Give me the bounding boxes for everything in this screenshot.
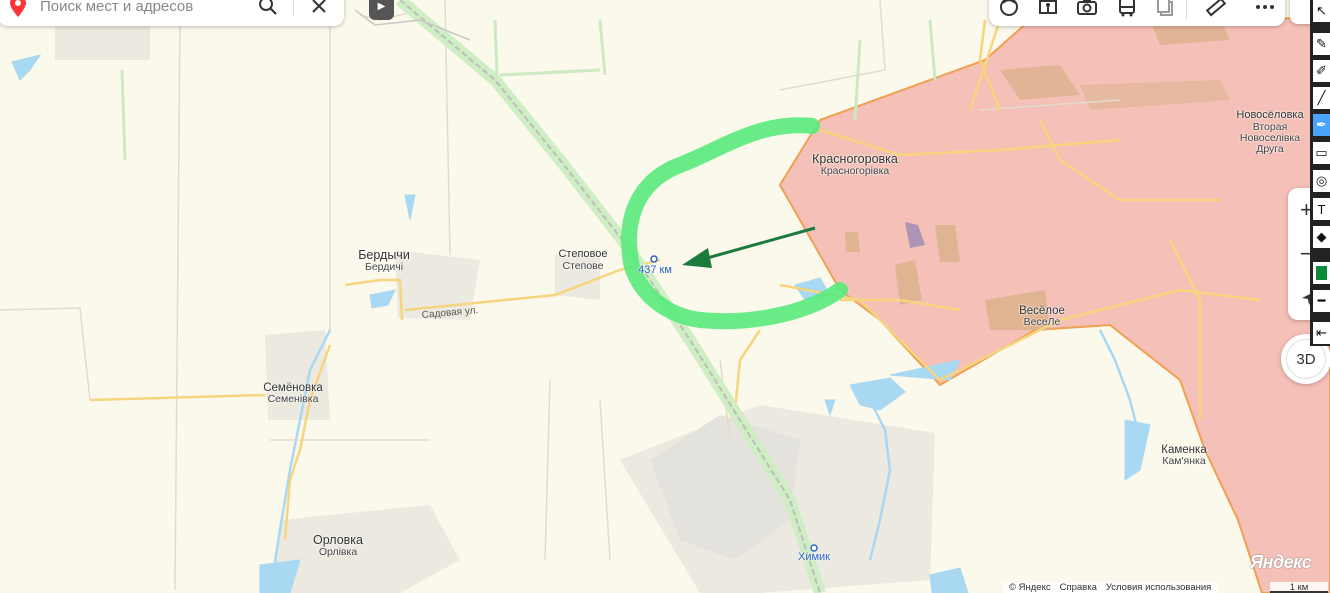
marker-icon[interactable]: ✐ [1313, 60, 1330, 82]
place-subname: Орлівка [318, 546, 358, 559]
place-berdychi[interactable]: Бердычи Бердичі [358, 248, 410, 274]
scale-bar: 1 км [1270, 582, 1328, 593]
close-icon[interactable] [306, 0, 332, 19]
drawing-tools-panel: ↖ ✎ ✐ ╱ ✒ ▭ ◎ T ◆ ━ ⇤ [1310, 0, 1330, 346]
layers-icon[interactable] [989, 0, 1028, 26]
place-orlovka[interactable]: Орловка Орлівка [313, 533, 363, 559]
place-subname: Новоселівка [1239, 131, 1301, 144]
eraser-icon[interactable]: ◆ [1313, 226, 1330, 248]
place-subname: Семенівка [267, 393, 319, 406]
place-subname: Бердичі [364, 261, 404, 274]
more-icon[interactable] [1246, 0, 1285, 26]
place-krasnogorovka[interactable]: Красногоровка Красногорівка [812, 152, 898, 178]
pencil-icon[interactable]: ✎ [1313, 33, 1330, 55]
map-canvas[interactable]: Садовая ул. [0, 0, 1330, 593]
place-subname: ВесеЛе [1023, 316, 1061, 329]
map-toolbar [989, 0, 1285, 26]
polygon-icon[interactable]: ✒ [1313, 114, 1330, 136]
location-pin-icon [10, 0, 26, 17]
text-icon[interactable]: T [1313, 198, 1330, 220]
poi-km437-label[interactable]: 437 км [638, 264, 672, 276]
cursor-icon[interactable]: ↖ [1313, 0, 1330, 22]
place-subname: Степове [562, 259, 604, 272]
search-input[interactable]: Поиск мест и адресов [40, 0, 255, 15]
place-name: Степовое [558, 248, 608, 260]
place-subname: Вторая [1252, 120, 1288, 133]
line-icon[interactable]: ╱ [1313, 87, 1330, 109]
search-divider [293, 0, 294, 17]
place-subname: Кам'янка [1162, 455, 1206, 468]
terms-link[interactable]: Условия использования [1106, 582, 1211, 593]
place-subname: Красногорівка [820, 165, 890, 178]
place-stepovoe[interactable]: Степовое Степове [558, 248, 608, 272]
camera-icon[interactable] [1068, 0, 1107, 26]
place-veseloe[interactable]: Весёлое ВесеЛе [1019, 305, 1065, 328]
place-kamenka[interactable]: Каменка Кам'янка [1161, 444, 1206, 467]
panorama-icon[interactable] [1028, 0, 1067, 26]
rectangle-icon[interactable]: ▭ [1313, 142, 1330, 164]
collapse-icon[interactable]: ⇤ [1313, 322, 1330, 344]
search-icon[interactable] [255, 0, 281, 19]
copy-icon[interactable] [1146, 0, 1185, 26]
color-swatch-icon[interactable] [1313, 262, 1330, 284]
place-novoselovka[interactable]: Новосёловка Вторая Новоселівка Друга [1236, 109, 1304, 155]
ruler-icon[interactable] [1187, 0, 1246, 26]
poi-khimik-label[interactable]: Химик [798, 551, 830, 563]
play-icon[interactable]: ▶ [369, 0, 394, 20]
bus-icon[interactable] [1107, 0, 1146, 26]
place-name: Новосёловка [1236, 109, 1304, 121]
help-link[interactable]: Справка [1060, 582, 1097, 593]
brand-logo: Яндекс [1250, 552, 1312, 572]
place-semenovka[interactable]: Семёновка Семенівка [263, 382, 323, 405]
search-box[interactable]: Поиск мест и адресов [0, 0, 344, 26]
place-subname: Друга [1256, 142, 1284, 155]
km437-marker[interactable] [650, 255, 658, 263]
stroke-icon[interactable]: ━ [1313, 290, 1330, 312]
map-footer: © Яндекс Справка Условия использования [1003, 582, 1218, 593]
copyright-text: © Яндекс [1009, 582, 1051, 593]
placemark-icon[interactable]: ◎ [1313, 170, 1330, 192]
